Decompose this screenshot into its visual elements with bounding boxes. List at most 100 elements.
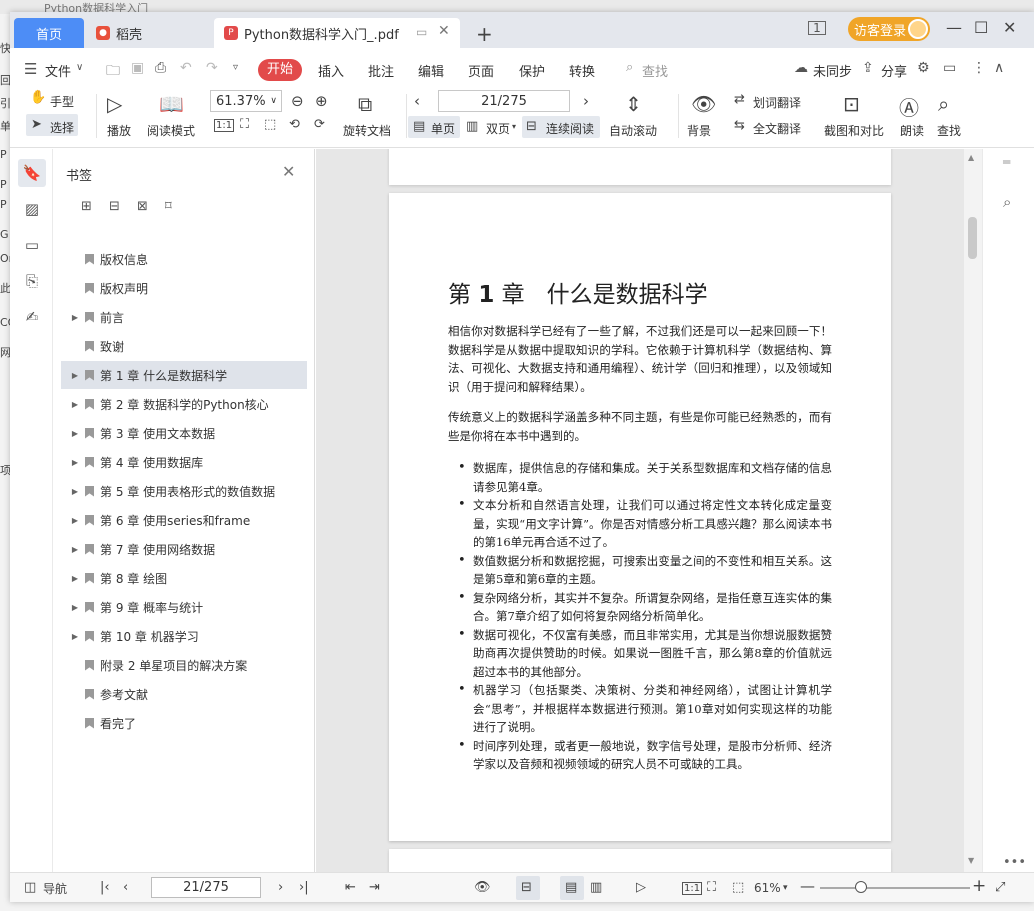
share-button[interactable]: 分享 bbox=[881, 61, 907, 80]
guest-login-button[interactable]: 访客登录 bbox=[848, 17, 930, 41]
fit-width-icon[interactable]: ⬚ bbox=[264, 117, 276, 132]
tab-daoke[interactable]: ● 稻壳 bbox=[86, 18, 212, 48]
continuous-read-label[interactable]: 连续阅读 bbox=[546, 120, 594, 137]
maximize-button[interactable]: ☐ bbox=[974, 18, 988, 37]
expand-arrow-icon[interactable]: ▶ bbox=[69, 458, 81, 467]
open-folder-icon[interactable]: 🗀 bbox=[106, 60, 120, 84]
bookmark-item[interactable]: ▶ 第 4 章 使用数据库 bbox=[61, 448, 307, 476]
bookmark-item[interactable]: 附录 2 单星项目的解决方案 bbox=[61, 651, 307, 679]
scroll-down-icon[interactable]: ▼ bbox=[968, 856, 974, 865]
zoom-slider[interactable] bbox=[820, 887, 970, 889]
comment-icon[interactable]: ▭ bbox=[943, 60, 956, 76]
expand-arrow-icon[interactable]: ▶ bbox=[69, 313, 81, 322]
read-aloud-label[interactable]: 朗读 bbox=[900, 122, 924, 139]
double-page-mode-icon[interactable]: ▥ bbox=[590, 880, 602, 895]
next-page-icon[interactable]: › bbox=[278, 880, 283, 895]
new-tab-button[interactable]: + bbox=[476, 22, 493, 46]
bookmark-item[interactable]: ▶ 第 5 章 使用表格形式的数值数据 bbox=[61, 477, 307, 505]
zoom-slider-handle[interactable] bbox=[854, 881, 867, 893]
bookmark-item[interactable]: ▶ 第 10 章 机器学习 bbox=[61, 622, 307, 650]
close-icon[interactable]: ✕ bbox=[282, 162, 295, 181]
double-page-icon[interactable]: ▥ bbox=[466, 119, 478, 134]
word-translate-icon[interactable]: ⇄ bbox=[734, 92, 745, 107]
bookmark-item[interactable]: ▶ 第 2 章 数据科学的Python核心 bbox=[61, 390, 307, 418]
tab-home[interactable]: 首页 bbox=[14, 18, 84, 48]
bookmark-plus-icon[interactable]: ⊠ bbox=[137, 199, 148, 214]
navigation-panel-icon[interactable]: ◫ bbox=[24, 880, 36, 895]
menu-item[interactable]: 保护 bbox=[519, 61, 545, 80]
expand-arrow-icon[interactable]: ▶ bbox=[69, 574, 81, 583]
fit-page-icon[interactable]: ⛶ bbox=[707, 880, 716, 895]
rotate-document-icon[interactable]: ⧉ bbox=[358, 92, 372, 116]
expand-arrow-icon[interactable]: ▶ bbox=[69, 429, 81, 438]
text-search-icon[interactable]: ⌕ bbox=[1003, 193, 1011, 211]
bookmark-item[interactable]: 版权声明 bbox=[61, 274, 307, 302]
actual-size-icon[interactable]: 1:1 bbox=[214, 119, 235, 132]
previous-page-icon[interactable]: ‹ bbox=[123, 880, 128, 895]
chevron-down-icon[interactable]: ▾ bbox=[512, 122, 516, 131]
play-icon[interactable]: ▷ bbox=[636, 880, 646, 895]
zoom-out-icon[interactable]: ⊖ bbox=[291, 92, 304, 110]
close-window-button[interactable]: ✕ bbox=[1003, 18, 1016, 37]
auto-scroll-label[interactable]: 自动滚动 bbox=[609, 122, 657, 139]
bookmark-item[interactable]: 参考文献 bbox=[61, 680, 307, 708]
single-page-label[interactable]: 单页 bbox=[431, 120, 455, 137]
customize-toolbar-icon[interactable]: ▿ bbox=[233, 62, 238, 73]
find-label[interactable]: 查找 bbox=[937, 122, 961, 139]
rotate-right-icon[interactable]: ⟳ bbox=[314, 117, 325, 132]
bookmark-item[interactable]: ▶ 前言 bbox=[61, 303, 307, 331]
cursor-icon[interactable]: ➤ bbox=[31, 117, 42, 132]
zoom-out-button[interactable]: — bbox=[800, 877, 815, 895]
print-icon[interactable]: ⎙ bbox=[155, 60, 166, 76]
play-label[interactable]: 播放 bbox=[107, 122, 131, 139]
actual-size-icon[interactable]: 1:1 bbox=[682, 882, 703, 895]
menu-start[interactable]: 开始 bbox=[258, 59, 302, 81]
bookmark-item[interactable]: ▶ 第 3 章 使用文本数据 bbox=[61, 419, 307, 447]
search-icon[interactable]: ⌕ bbox=[626, 60, 633, 75]
fullscreen-icon[interactable]: ⤢ bbox=[995, 880, 1005, 895]
more-horizontal-icon[interactable]: ••• bbox=[1003, 855, 1026, 870]
bookmark-item[interactable]: ▶ 第 6 章 使用series和frame bbox=[61, 506, 307, 534]
annotation-icon[interactable]: ▭ bbox=[18, 231, 46, 259]
last-page-icon[interactable]: ›| bbox=[299, 880, 309, 895]
bookmark-icon[interactable]: ⌑ bbox=[165, 199, 172, 214]
expand-arrow-icon[interactable]: ▶ bbox=[69, 516, 81, 525]
hamburger-icon[interactable]: ☰ bbox=[24, 60, 37, 78]
zoom-select[interactable]: 61.37% ∨ bbox=[210, 90, 282, 112]
menu-item[interactable]: 批注 bbox=[368, 61, 394, 80]
full-translate-label[interactable]: 全文翻译 bbox=[753, 120, 801, 137]
fit-width-icon[interactable]: ⬚ bbox=[732, 880, 744, 895]
menu-item[interactable]: 转换 bbox=[569, 61, 595, 80]
undo-icon[interactable]: ↶ bbox=[180, 60, 192, 76]
tab-pdf-document[interactable]: P Python数据科学入门_.pdf ▭ ✕ bbox=[214, 18, 460, 48]
redo-icon[interactable]: ↷ bbox=[206, 60, 218, 76]
thumbnail-icon[interactable]: ▨ bbox=[18, 195, 46, 223]
close-tab-icon[interactable]: ✕ bbox=[438, 23, 450, 39]
scrollbar-thumb[interactable] bbox=[968, 217, 977, 259]
add-child-bookmark-icon[interactable]: ⊟ bbox=[109, 199, 120, 214]
share-icon[interactable]: ⇪ bbox=[862, 60, 874, 76]
window-layout-icon[interactable]: 1 bbox=[808, 21, 826, 35]
hand-tool-label[interactable]: 手型 bbox=[50, 93, 74, 110]
back-icon[interactable]: ⇤ bbox=[345, 880, 356, 895]
rotate-left-icon[interactable]: ⟲ bbox=[289, 117, 300, 132]
menu-file[interactable]: 文件 bbox=[45, 61, 71, 80]
background-eye-icon[interactable]: 👁 bbox=[691, 92, 716, 116]
expand-arrow-icon[interactable]: ▶ bbox=[69, 632, 81, 641]
auto-scroll-icon[interactable]: ⇕ bbox=[625, 92, 642, 116]
pin-tab-icon[interactable]: ▭ bbox=[416, 25, 427, 39]
expand-arrow-icon[interactable]: ▶ bbox=[69, 545, 81, 554]
read-mode-icon[interactable]: 📖 bbox=[159, 92, 184, 116]
first-page-icon[interactable]: |‹ bbox=[100, 880, 110, 895]
signature-icon[interactable]: ✍ bbox=[18, 303, 46, 331]
menu-item[interactable]: 插入 bbox=[318, 61, 344, 80]
screenshot-compare-icon[interactable]: ⊡ bbox=[843, 92, 860, 116]
expand-arrow-icon[interactable]: ▶ bbox=[69, 487, 81, 496]
single-page-icon[interactable]: ▤ bbox=[413, 119, 425, 134]
page-number-input[interactable]: 21/275 bbox=[438, 90, 570, 112]
bookmark-panel-icon[interactable]: 🔖 bbox=[18, 159, 46, 187]
cloud-sync-icon[interactable]: ☁ bbox=[794, 60, 808, 76]
bookmark-item[interactable]: 看完了 bbox=[61, 709, 307, 737]
bookmark-item[interactable]: ▶ 第 1 章 什么是数据科学 bbox=[61, 361, 307, 389]
bookmark-item[interactable]: ▶ 第 7 章 使用网络数据 bbox=[61, 535, 307, 563]
